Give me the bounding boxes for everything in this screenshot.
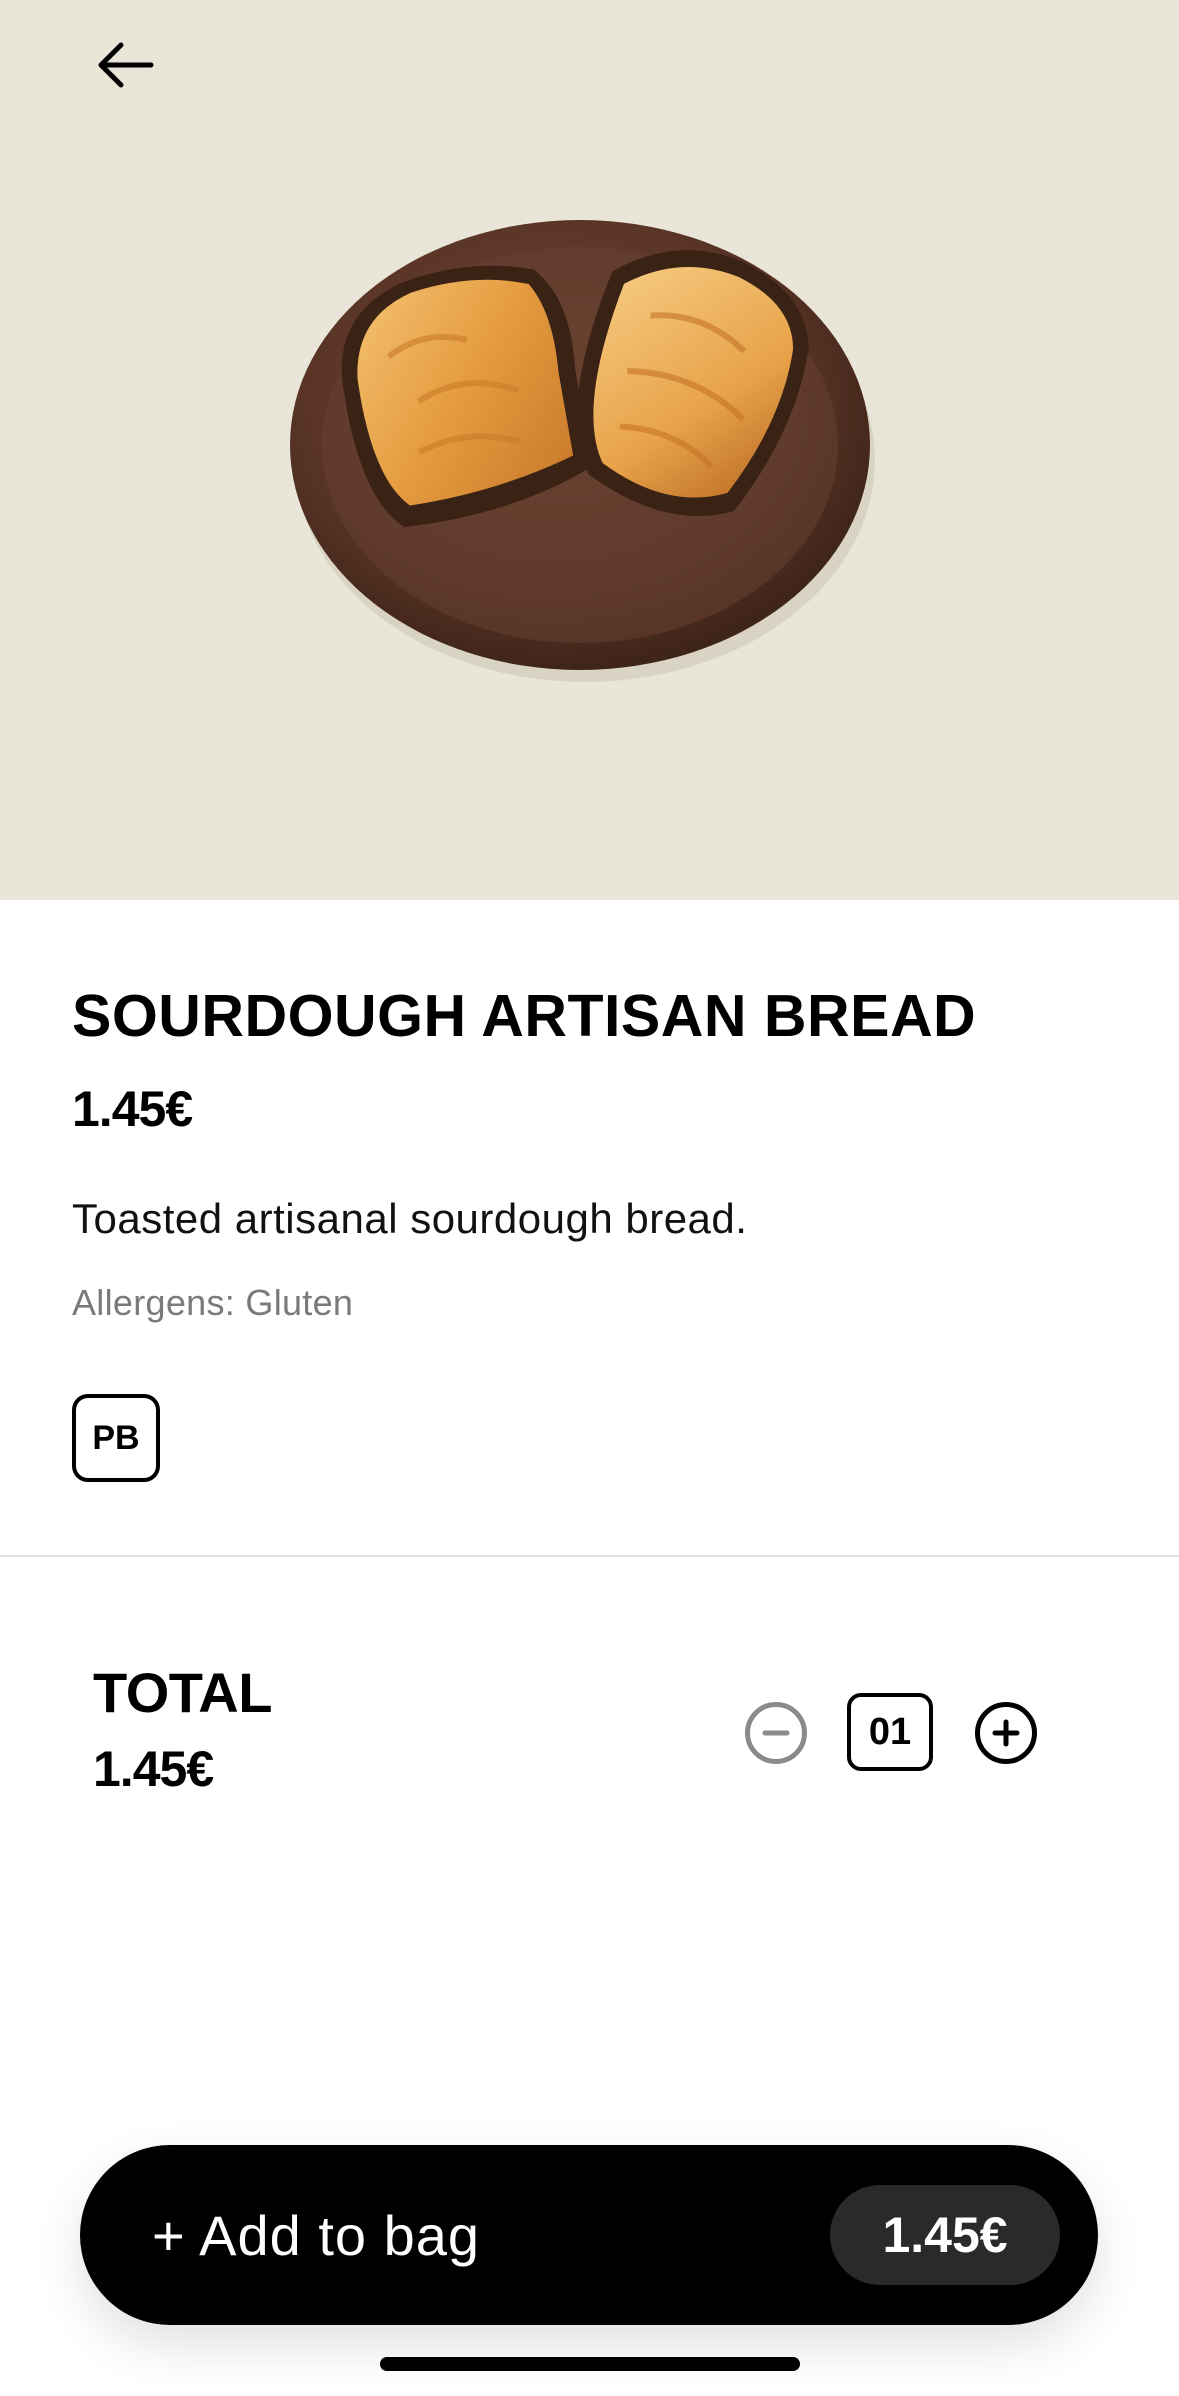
total-label: TOTAL	[93, 1661, 272, 1724]
product-price: 1.45€	[72, 1081, 193, 1137]
product-image-area	[0, 0, 1179, 900]
product-allergens: Allergens: Gluten	[72, 1282, 354, 1323]
product-title: SOURDOUGH ARTISAN BREAD	[72, 983, 977, 1049]
minus-circle-icon	[762, 1730, 790, 1736]
product-description: Toasted artisanal sourdough bread.	[72, 1195, 748, 1242]
add-to-bag-price: 1.45€	[830, 2185, 1060, 2285]
add-to-bag-label: + Add to bag	[152, 2203, 481, 2267]
plus-circle-icon	[992, 1719, 1020, 1747]
product-image	[280, 195, 880, 695]
quantity-stepper: 01	[745, 1690, 1045, 1775]
quantity-value: 01	[847, 1693, 933, 1771]
home-indicator[interactable]	[380, 2357, 800, 2371]
add-to-bag-button[interactable]: + Add to bag 1.45€	[80, 2145, 1098, 2325]
decrease-quantity-button[interactable]	[745, 1702, 807, 1764]
arrow-left-icon	[98, 42, 154, 88]
product-detail-page: SOURDOUGH ARTISAN BREAD 1.45€ Toasted ar…	[0, 0, 1179, 2396]
increase-quantity-button[interactable]	[975, 1702, 1037, 1764]
section-divider	[0, 1555, 1179, 1557]
back-button[interactable]	[80, 20, 170, 110]
total-price: 1.45€	[93, 1741, 214, 1797]
diet-badge: PB	[72, 1394, 160, 1482]
